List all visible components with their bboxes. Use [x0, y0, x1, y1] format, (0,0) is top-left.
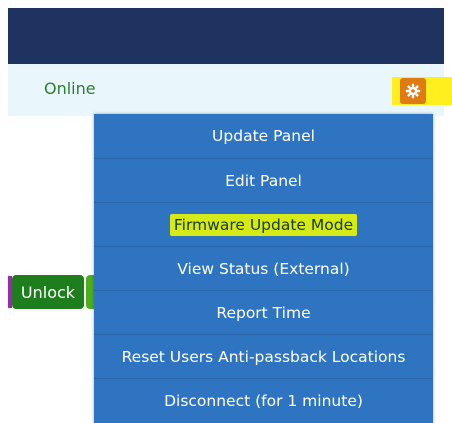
- table-header: [8, 8, 444, 64]
- menu-item-view-status-external[interactable]: View Status (External): [94, 247, 433, 291]
- menu-item-label: Report Time: [216, 303, 311, 322]
- menu-item-edit-panel[interactable]: Edit Panel: [94, 159, 433, 203]
- unlock-button[interactable]: Unlock: [12, 275, 84, 309]
- menu-item-label: Update Panel: [212, 127, 315, 145]
- panel-row: Online: [8, 64, 452, 116]
- menu-item-label: View Status (External): [177, 259, 350, 278]
- panel-actions-menu: Update Panel Edit Panel Firmware Update …: [94, 114, 433, 423]
- gear-icon: [405, 83, 421, 99]
- menu-item-label: Disconnect (for 1 minute): [164, 392, 363, 410]
- menu-item-label: Reset Users Anti-passback Locations: [121, 347, 406, 366]
- menu-item-firmware-update-mode[interactable]: Firmware Update Mode: [94, 203, 433, 247]
- menu-item-update-panel[interactable]: Update Panel: [94, 114, 433, 159]
- menu-item-reset-anti-passback[interactable]: Reset Users Anti-passback Locations: [94, 335, 433, 379]
- status-text: Online: [44, 79, 96, 98]
- settings-button[interactable]: [400, 78, 426, 104]
- menu-item-label: Edit Panel: [225, 171, 302, 190]
- panel-screen: Online Unlock Update Panel Edit Panel Fi…: [0, 0, 452, 423]
- menu-item-disconnect[interactable]: Disconnect (for 1 minute): [94, 379, 433, 423]
- menu-item-label: Firmware Update Mode: [169, 213, 358, 236]
- menu-item-report-time[interactable]: Report Time: [94, 291, 433, 335]
